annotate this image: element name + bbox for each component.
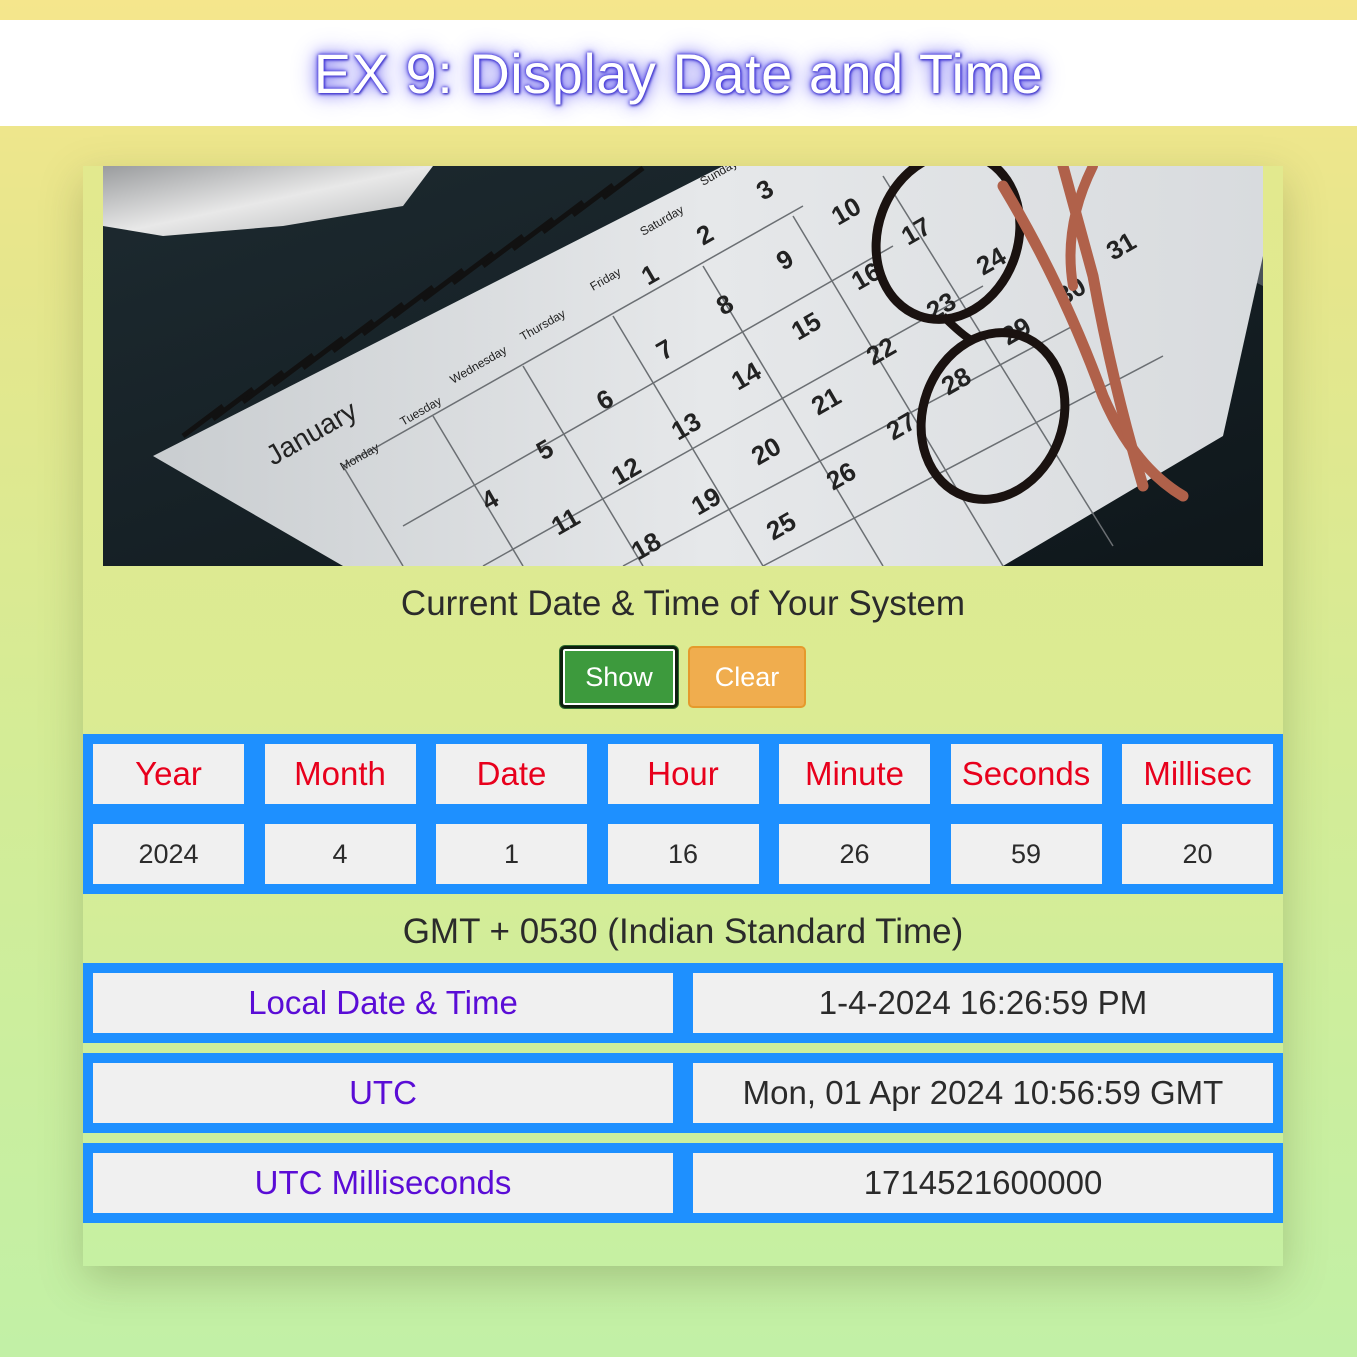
header-year: Year	[93, 744, 244, 804]
table-header-row: Year Month Date Hour Minute Seconds Mill…	[93, 744, 1273, 804]
value-seconds: 59	[950, 824, 1102, 884]
header-month: Month	[264, 744, 416, 804]
timezone-label: GMT + 0530 (Indian Standard Time)	[402, 912, 964, 951]
utc-milliseconds-label: UTC Milliseconds	[93, 1153, 673, 1213]
title-bar: EX 9: Display Date and Time	[0, 20, 1357, 126]
value-millisec: 20	[1122, 824, 1273, 884]
header-hour: Hour	[607, 744, 759, 804]
utc-label: UTC	[93, 1063, 673, 1123]
utc-row: UTC Mon, 01 Apr 2024 10:56:59 GMT	[83, 1053, 1283, 1133]
header-date: Date	[436, 744, 587, 804]
local-datetime-label: Local Date & Time	[93, 973, 673, 1033]
utc-milliseconds-row: UTC Milliseconds 1714521600000	[83, 1143, 1283, 1223]
page-title: EX 9: Display Date and Time	[313, 41, 1044, 105]
local-datetime-row: Local Date & Time 1-4-2024 16:26:59 PM	[83, 963, 1283, 1043]
header-minute: Minute	[779, 744, 930, 804]
value-minute: 26	[779, 824, 930, 884]
value-month: 4	[264, 824, 416, 884]
show-button[interactable]: Show	[560, 646, 678, 708]
header-millisec: Millisec	[1122, 744, 1273, 804]
datetime-table: Year Month Date Hour Minute Seconds Mill…	[83, 734, 1283, 894]
clear-button[interactable]: Clear	[688, 646, 806, 708]
main-card: January Monday Tuesday Wednesday Thursda…	[83, 166, 1283, 1266]
utc-value: Mon, 01 Apr 2024 10:56:59 GMT	[693, 1063, 1273, 1123]
value-year: 2024	[93, 824, 244, 884]
calendar-photo: January Monday Tuesday Wednesday Thursda…	[103, 166, 1263, 566]
value-date: 1	[436, 824, 587, 884]
subtitle: Current Date & Time of Your System	[400, 584, 966, 623]
table-value-row: 2024 4 1 16 26 59 20	[93, 824, 1273, 884]
local-datetime-value: 1-4-2024 16:26:59 PM	[693, 973, 1273, 1033]
utc-milliseconds-value: 1714521600000	[693, 1153, 1273, 1213]
header-seconds: Seconds	[950, 744, 1102, 804]
value-hour: 16	[607, 824, 759, 884]
button-row: Show Clear	[83, 646, 1283, 708]
